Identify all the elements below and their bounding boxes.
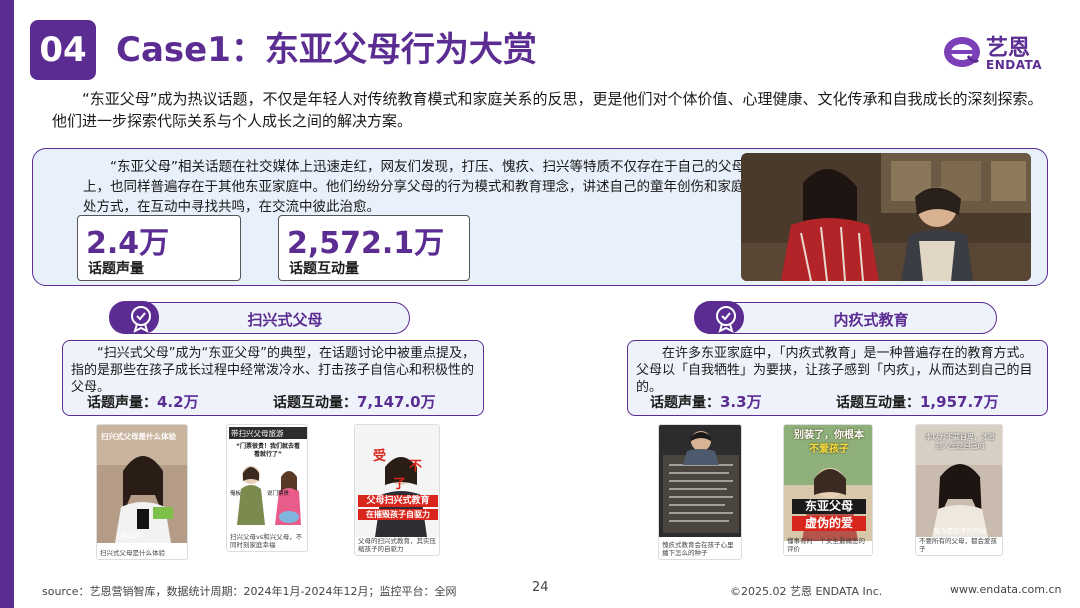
volume-label: 话题声量：: [650, 395, 720, 411]
stat-box-volume: 2.4万 话题声量: [77, 215, 241, 281]
stat-label: 话题互动量: [289, 261, 359, 277]
badge-check-icon: [109, 301, 159, 334]
thumb-overlay-text: 本以为不要自卑，才愿意人生是自己的: [925, 433, 995, 450]
interaction-stat: 话题互动量：1,957.7万: [836, 391, 999, 412]
thumb-caption: 扫兴父母vs和兴父母，不同时刻家庭幸福: [230, 533, 303, 549]
overview-text: “东亚父母”相关话题在社交媒体上迅速走红，网友们发现，打压、愧疚、扫兴等特质不仅…: [83, 159, 759, 215]
interaction-label: 话题互动量：: [273, 395, 357, 411]
thumb-overlay-text: 扫兴式父母是什么体验: [101, 432, 176, 441]
thumb-overlay-char: 受: [373, 449, 387, 464]
interaction-value: 7,147.0万: [357, 393, 436, 411]
endata-logo-icon: [944, 37, 980, 67]
stat-label: 话题声量: [88, 261, 144, 277]
desc-text: “扫兴式父母”成为“东亚父母”的典型，在话题讨论中被重点提及，指的是那些在孩子成…: [71, 346, 475, 395]
thumb-caption: 懂事有时一个女生最痛恶的评价: [787, 537, 865, 553]
logo-english-name: ENDATA: [986, 58, 1043, 72]
thumb-overlay-char: 不: [409, 459, 423, 474]
interaction-stat: 话题互动量：7,147.0万: [273, 391, 436, 412]
thumb-banner: 东亚父母: [792, 499, 866, 514]
interaction-label: 话题互动量：: [836, 395, 920, 411]
volume-value: 3.3万: [720, 393, 762, 411]
footer-website-link[interactable]: www.endata.com.cn: [950, 583, 1062, 596]
thumb-overlay-text: 别装了，你根本: [794, 430, 864, 441]
left-accent-bar: [0, 0, 14, 608]
endata-logo: 艺恩 ENDATA: [942, 30, 1052, 76]
footer-copyright: ©2025.02 艺恩 ENDATA Inc.: [730, 585, 883, 598]
thumb-speech-bubble: “门票很贵！我们就去看看就行了”: [236, 443, 300, 458]
page-number: 24: [532, 580, 549, 595]
tag-pill-label: 内疚式教育: [833, 311, 909, 329]
thumb-overlay-text: 不爱孩子: [809, 444, 849, 455]
interaction-value: 1,957.7万: [920, 393, 999, 411]
volume-label: 话题声量：: [87, 395, 157, 411]
thumb-caption: 父母的扫兴式教育，其实压缩孩子的自驱力: [358, 537, 436, 553]
volume-stat: 话题声量：3.3万: [650, 391, 762, 412]
thumb-caption: 不要所有的父母，都会爱孩子: [919, 537, 997, 553]
page-title: Case1：东亚父母行为大赏: [116, 30, 537, 70]
thumb-banner: 在摧毁孩子自驱力: [358, 509, 438, 520]
volume-stat: 话题声量：4.2万: [87, 391, 199, 412]
overview-card: “东亚父母”相关话题在社交媒体上迅速走红，网友们发现，打压、愧疚、扫兴等特质不仅…: [32, 148, 1048, 286]
thumb-subtitle: 胸前的: [121, 532, 142, 540]
footer-source: source：艺恩营销智库，数据统计周期：2024年1月-2024年12月；监控…: [42, 585, 457, 598]
social-post-thumbnail[interactable]: 带扫兴父母旅游 “门票很贵！我们就去看看就行了” 俺板 说门票贵 扫兴父母vs和…: [226, 424, 308, 552]
social-post-thumbnail[interactable]: 扫兴式父母是什么体验 胸前的 扫兴式父母是什么体验: [96, 424, 188, 560]
thumb-tag: 俺板: [230, 491, 242, 497]
stat-box-interaction: 2,572.1万 话题互动量: [278, 215, 470, 281]
stat-value: 2.4万: [86, 226, 170, 261]
social-post-thumbnail[interactable]: 愧疚式教育会在孩子心里播下怎么的种子: [658, 424, 742, 560]
badge-check-icon: [694, 301, 744, 334]
social-post-thumbnail[interactable]: 别装了，你根本 不爱孩子 东亚父母 虚伪的爱 懂事有时一个女生最痛恶的评价: [783, 424, 873, 556]
thumb-banner: 父母扫兴式教育: [358, 495, 438, 507]
tag-pill-label: 扫兴式父母: [247, 311, 323, 329]
social-post-thumbnail[interactable]: 本以为不要自卑，才愿意人生是自己的 我为是孩子的开始 不要所有的父母，都会爱孩子: [915, 424, 1003, 556]
drama-still-photo: [741, 153, 1031, 281]
thumb-caption: 扫兴式父母是什么体验: [100, 549, 165, 557]
social-post-thumbnail[interactable]: 受 不 了 父母扫兴式教育 在摧毁孩子自驱力 父母的扫兴式教育，其实压缩孩子的自…: [354, 424, 440, 556]
tag-pill-saoxing: 扫兴式父母: [109, 301, 410, 334]
stat-value: 2,572.1万: [287, 226, 445, 261]
desc-card-saoxing: “扫兴式父母”成为“东亚父母”的典型，在话题讨论中被重点提及，指的是那些在孩子成…: [62, 340, 484, 416]
section-number: 04: [30, 20, 96, 80]
desc-card-neijiu: 在许多东亚家庭中，「内疚式教育」是一种普遍存在的教育方式。父母以「自我牺牲」为要…: [627, 340, 1048, 416]
thumb-caption: 愧疚式教育会在孩子心里播下怎么的种子: [662, 541, 734, 557]
thumb-overlay-char: 了: [393, 477, 407, 492]
thumb-overlay-text: 带扫兴父母旅游: [231, 429, 284, 438]
volume-value: 4.2万: [157, 393, 199, 411]
intro-paragraph: “东亚父母”成为热议话题，不仅是年轻人对传统教育模式和家庭关系的反思，更是他们对…: [52, 90, 1043, 130]
desc-text: 在许多东亚家庭中，「内疚式教育」是一种普遍存在的教育方式。父母以「自我牺牲」为要…: [636, 346, 1033, 395]
thumb-tag: 说门票贵: [267, 491, 290, 497]
thumb-banner: 虚伪的爱: [792, 516, 866, 531]
thumb-subtitle: 我为是孩子的开始: [934, 527, 986, 535]
tag-pill-neijiu: 内疚式教育: [694, 301, 997, 334]
